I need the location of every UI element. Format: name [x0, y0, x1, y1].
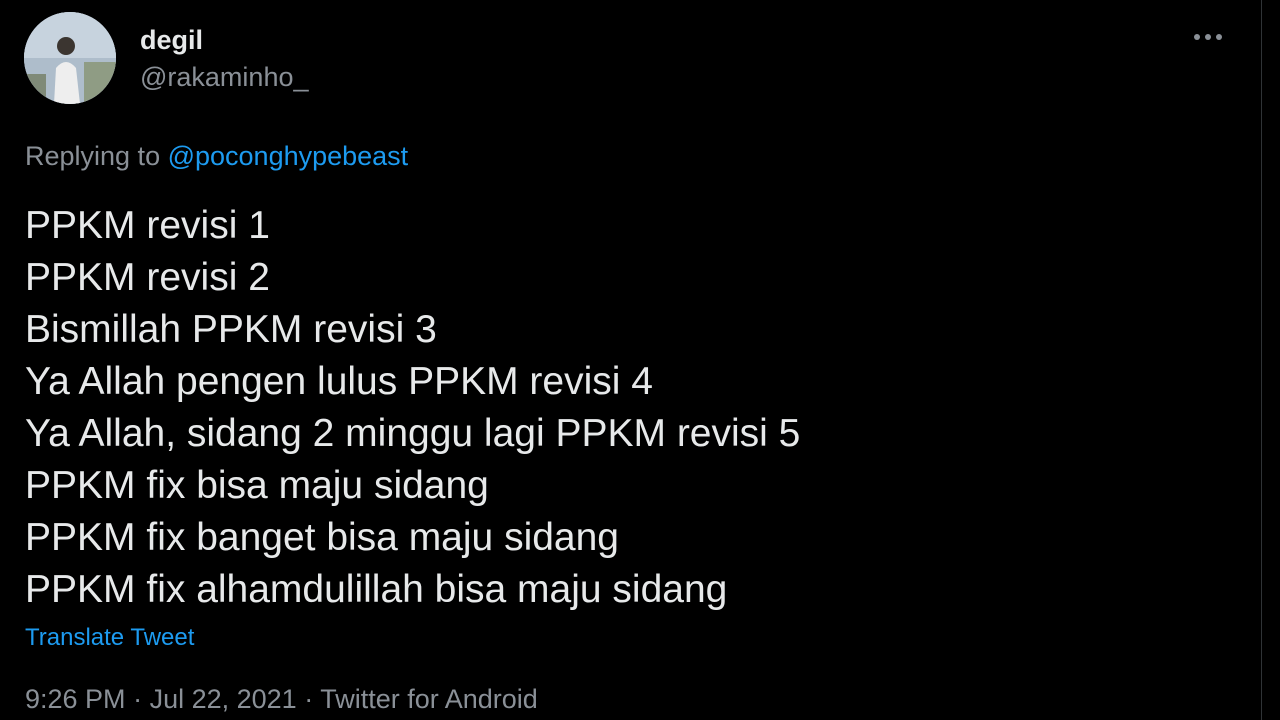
- more-options-button[interactable]: [1188, 22, 1228, 52]
- tweet-metadata: 9:26 PM · Jul 22, 2021 · Twitter for And…: [25, 682, 538, 716]
- author-names: degil @rakaminho_: [140, 24, 309, 94]
- tweet-line: PPKM fix alhamdulillah bisa maju sidang: [25, 568, 728, 611]
- meta-separator: ·: [125, 684, 150, 714]
- more-horizontal-icon: [1194, 34, 1222, 40]
- tweet-line: PPKM fix bisa maju sidang: [25, 464, 489, 507]
- tweet-text: PPKM revisi 1 PPKM revisi 2 Bismillah PP…: [25, 200, 800, 616]
- author-handle[interactable]: @rakaminho_: [140, 60, 309, 94]
- tweet-line: Ya Allah pengen lulus PPKM revisi 4: [25, 360, 653, 403]
- tweet-line: PPKM revisi 2: [25, 256, 270, 299]
- timeline-border: [1261, 0, 1262, 720]
- tweet-source-link[interactable]: Twitter for Android: [320, 684, 538, 714]
- avatar[interactable]: [24, 12, 116, 104]
- translate-tweet-link[interactable]: Translate Tweet: [25, 622, 194, 654]
- tweet-time[interactable]: 9:26 PM: [25, 684, 126, 714]
- avatar-image: [24, 12, 116, 104]
- tweet-line: Bismillah PPKM revisi 3: [25, 308, 437, 351]
- tweet-header: degil @rakaminho_: [24, 12, 309, 104]
- tweet-line: Ya Allah, sidang 2 minggu lagi PPKM revi…: [25, 412, 801, 455]
- tweet-line: PPKM fix banget bisa maju sidang: [25, 516, 619, 559]
- tweet-line: PPKM revisi 1: [25, 204, 270, 247]
- meta-separator: ·: [296, 684, 321, 714]
- replying-to-label: Replying to: [25, 141, 168, 171]
- tweet-date[interactable]: Jul 22, 2021: [150, 684, 297, 714]
- author-display-name[interactable]: degil: [140, 24, 309, 56]
- reply-mention-link[interactable]: @poconghypebeast: [168, 141, 409, 171]
- replying-to: Replying to @poconghypebeast: [25, 138, 408, 174]
